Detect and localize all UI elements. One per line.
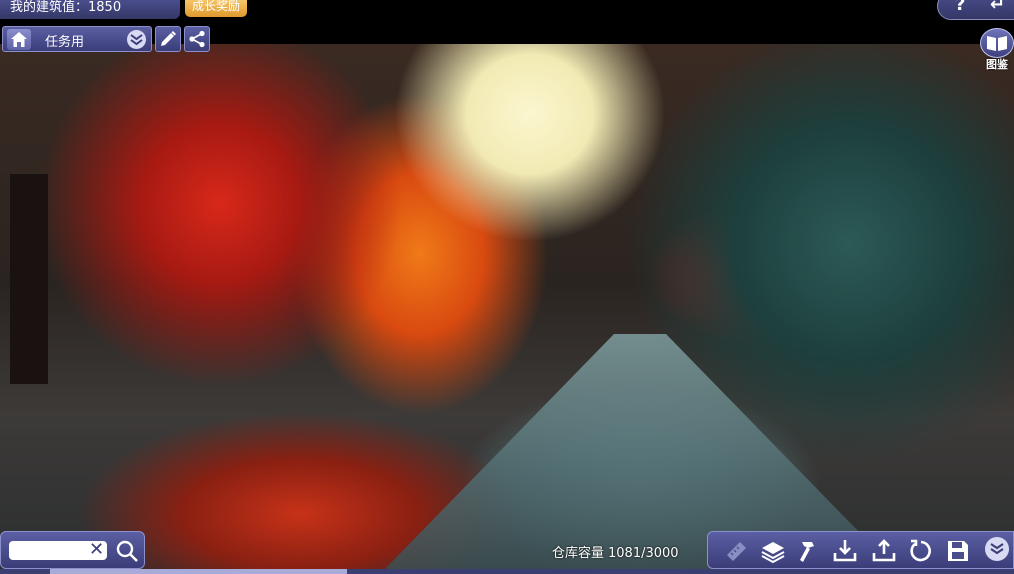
build-score-display: 我的建筑值：1850 <box>0 0 180 19</box>
catalog-label: 图鉴 <box>986 58 1008 71</box>
build-score-label: 我的建筑值： <box>10 0 89 15</box>
help-icon[interactable]: ? <box>955 0 965 15</box>
storage-capacity: 仓库容量 1081/3000 <box>552 542 679 561</box>
share-icon <box>189 30 205 48</box>
measure-ruler-button[interactable] <box>724 538 750 564</box>
mode-selector[interactable]: 任务用 <box>2 26 152 52</box>
growth-reward-button[interactable]: 成长奖励 <box>185 0 247 17</box>
mode-label: 任务用 <box>45 35 85 50</box>
layers-icon <box>761 542 785 564</box>
measure-ruler-icon <box>727 542 746 561</box>
back-icon[interactable]: ↵ <box>990 0 1005 15</box>
clear-icon[interactable]: ✕ <box>89 539 104 560</box>
save-button[interactable] <box>945 538 971 564</box>
game-scene-background[interactable] <box>0 44 1014 574</box>
tree-trunk <box>10 174 48 384</box>
chevron-down-icon <box>990 543 1004 555</box>
home-icon <box>11 32 27 47</box>
scrollbar-thumb[interactable] <box>50 569 347 574</box>
toolbar-expand-button[interactable] <box>985 537 1009 561</box>
layers-button[interactable] <box>760 538 786 564</box>
catalog-button[interactable]: 图鉴 <box>978 28 1014 72</box>
search-icon[interactable] <box>115 539 139 563</box>
book-icon <box>987 36 1007 51</box>
build-button[interactable] <box>796 538 822 564</box>
export-button[interactable] <box>871 538 897 564</box>
build-score-value: 1850 <box>88 0 122 15</box>
storage-value: 1081/3000 <box>608 546 679 561</box>
upload-icon <box>872 539 896 562</box>
storage-label: 仓库容量 <box>552 546 605 561</box>
catalog-icon-wrap <box>980 28 1014 58</box>
rotate-button[interactable] <box>908 538 934 564</box>
bottom-toolbar <box>707 531 1014 569</box>
save-icon <box>948 541 968 561</box>
search-panel: ✕ <box>0 531 145 569</box>
import-button[interactable] <box>832 538 858 564</box>
hammer-icon <box>800 542 814 562</box>
edit-button[interactable] <box>155 26 181 52</box>
double-chevron-down-icon <box>130 34 143 46</box>
pencil-icon <box>161 31 176 46</box>
download-icon <box>833 540 857 562</box>
rotate-icon <box>910 539 931 562</box>
share-button[interactable] <box>184 26 210 52</box>
mode-dropdown-button[interactable] <box>127 30 146 49</box>
home-button[interactable] <box>7 29 31 50</box>
